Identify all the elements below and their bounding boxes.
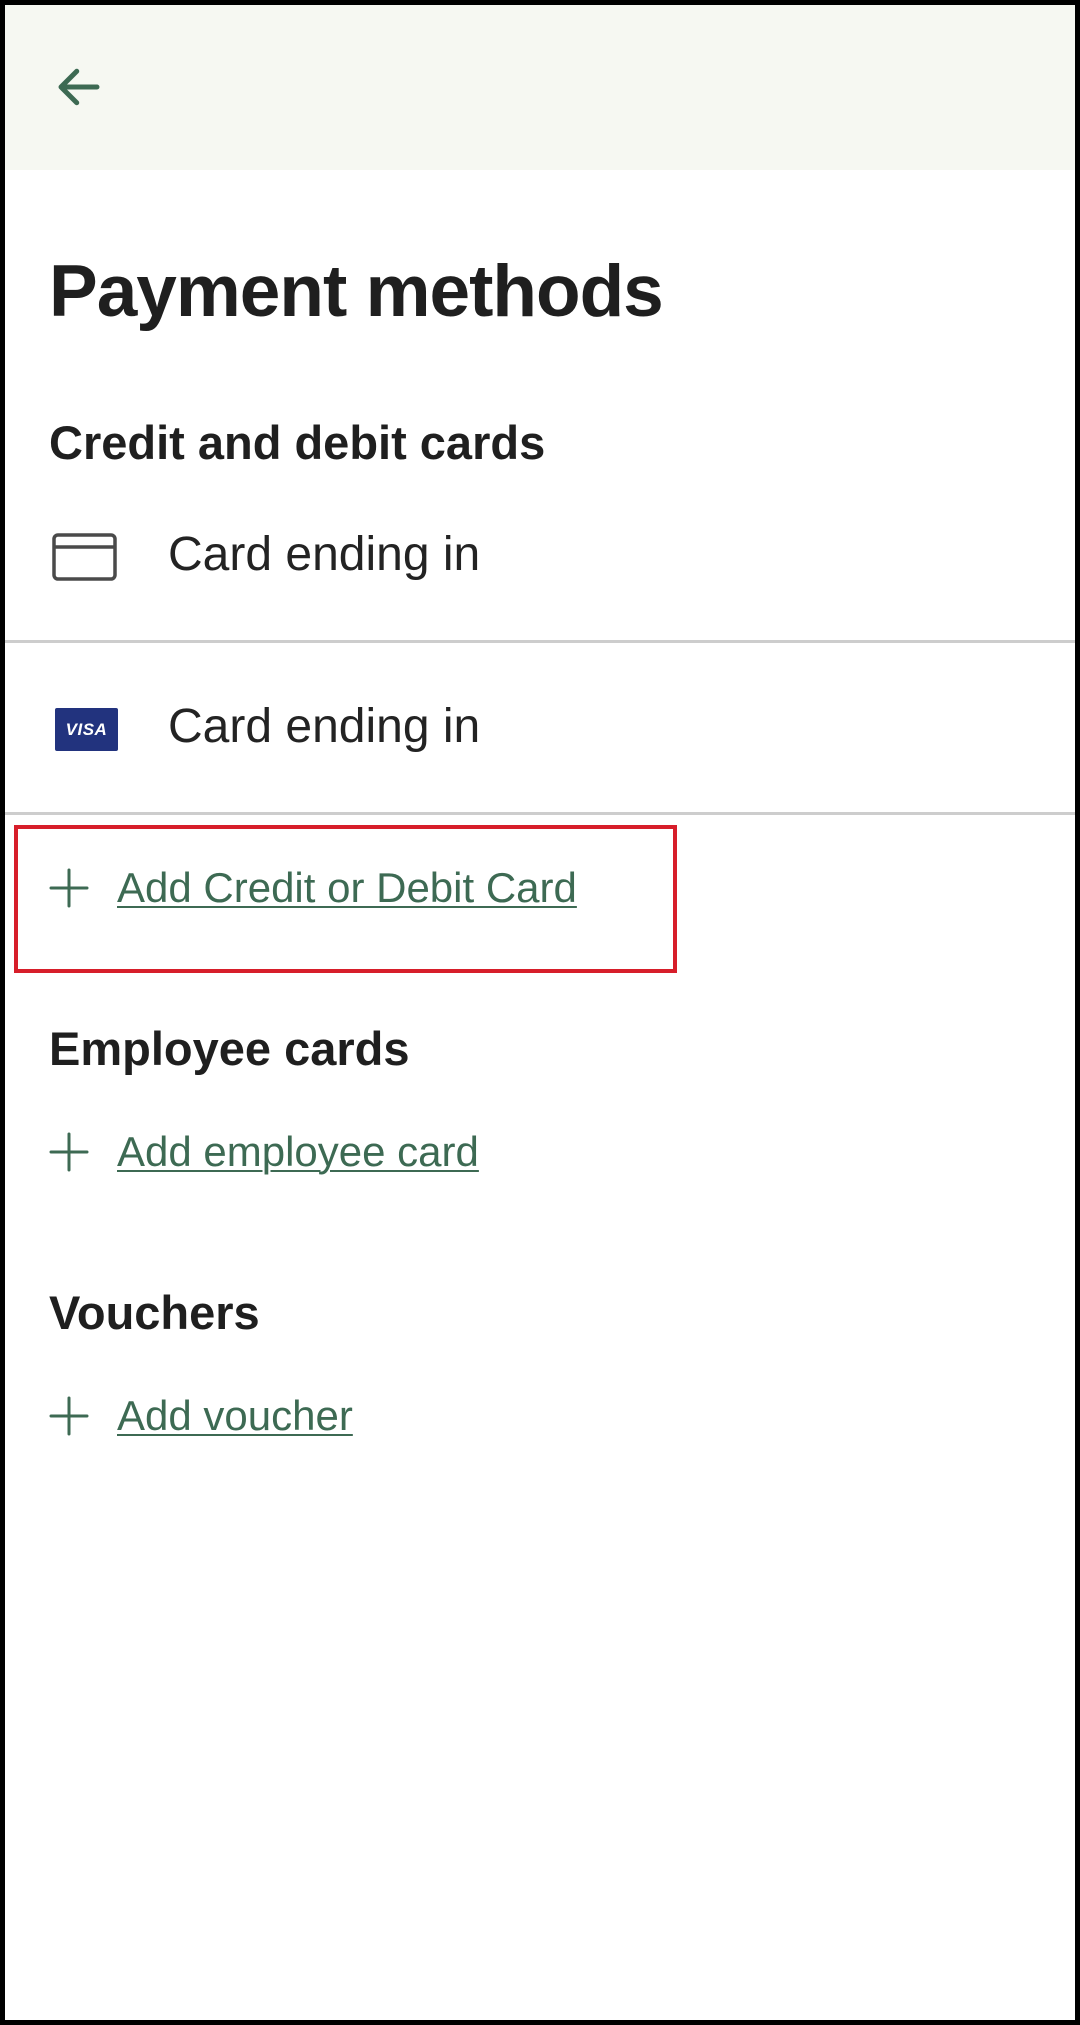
section-title-employee-cards: Employee cards xyxy=(49,1022,410,1075)
add-credit-debit-card-button[interactable]: Add Credit or Debit Card xyxy=(49,853,577,923)
card-label: Card ending in xyxy=(168,528,481,581)
add-voucher-link[interactable]: Add voucher xyxy=(117,1395,353,1437)
add-voucher-button[interactable]: Add voucher xyxy=(49,1381,353,1451)
app-bar xyxy=(5,5,1075,170)
credit-card-icon xyxy=(52,533,117,581)
plus-icon xyxy=(49,1396,89,1436)
card-list-item[interactable]: Card ending in xyxy=(5,473,1075,643)
card-list-item[interactable]: VISA Card ending in xyxy=(5,645,1075,815)
card-label: Card ending in xyxy=(168,700,481,753)
back-button[interactable] xyxy=(49,57,109,117)
arrow-left-icon xyxy=(58,68,100,106)
section-title-vouchers: Vouchers xyxy=(49,1286,260,1339)
visa-icon: VISA xyxy=(55,708,118,751)
plus-icon xyxy=(49,1132,89,1172)
section-title-credit-debit-cards: Credit and debit cards xyxy=(49,416,546,469)
page-title: Payment methods xyxy=(49,251,664,332)
plus-icon xyxy=(49,868,89,908)
screen: Payment methods Credit and debit cards C… xyxy=(0,0,1080,2025)
add-employee-card-button[interactable]: Add employee card xyxy=(49,1117,479,1187)
add-credit-debit-card-link[interactable]: Add Credit or Debit Card xyxy=(117,867,577,909)
add-employee-card-link[interactable]: Add employee card xyxy=(117,1131,479,1173)
